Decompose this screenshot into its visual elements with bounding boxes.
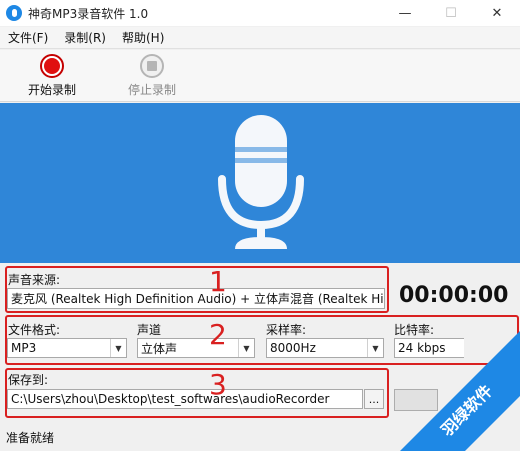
menu-help[interactable]: 帮助(H) [114, 29, 172, 46]
minimize-button[interactable]: — [382, 0, 428, 26]
watermark-ribbon: 羽绿软件 [400, 291, 520, 451]
stop-icon [140, 54, 164, 78]
annotation-number-1: 1 [209, 265, 227, 298]
menu-file[interactable]: 文件(F) [0, 29, 56, 46]
stop-record-label: 停止录制 [127, 83, 176, 97]
menu-record[interactable]: 录制(R) [56, 29, 114, 46]
close-button[interactable]: ✕ [474, 0, 520, 26]
title-bar: 神奇MP3录音软件 1.0 — ☐ ✕ [0, 0, 520, 26]
stop-record-button[interactable]: 停止录制 [117, 54, 187, 98]
microphone-icon [218, 115, 304, 249]
maximize-button[interactable]: ☐ [428, 0, 474, 26]
annotation-number-3: 3 [209, 368, 227, 401]
record-icon [40, 54, 64, 78]
window-title: 神奇MP3录音软件 1.0 [28, 6, 149, 21]
start-record-button[interactable]: 开始录制 [17, 54, 87, 98]
microphone-banner [0, 103, 520, 263]
microphone-app-icon [6, 5, 22, 21]
watermark-shape: 羽绿软件 [400, 331, 520, 451]
toolbar: 开始录制 停止录制 [0, 50, 520, 102]
menu-bar: 文件(F) 录制(R) 帮助(H) [0, 27, 520, 49]
annotation-box-1 [5, 266, 389, 313]
start-record-label: 开始录制 [27, 83, 76, 97]
annotation-box-3 [5, 368, 389, 418]
status-text: 准备就绪 [6, 431, 55, 445]
annotation-number-2: 2 [209, 318, 227, 351]
